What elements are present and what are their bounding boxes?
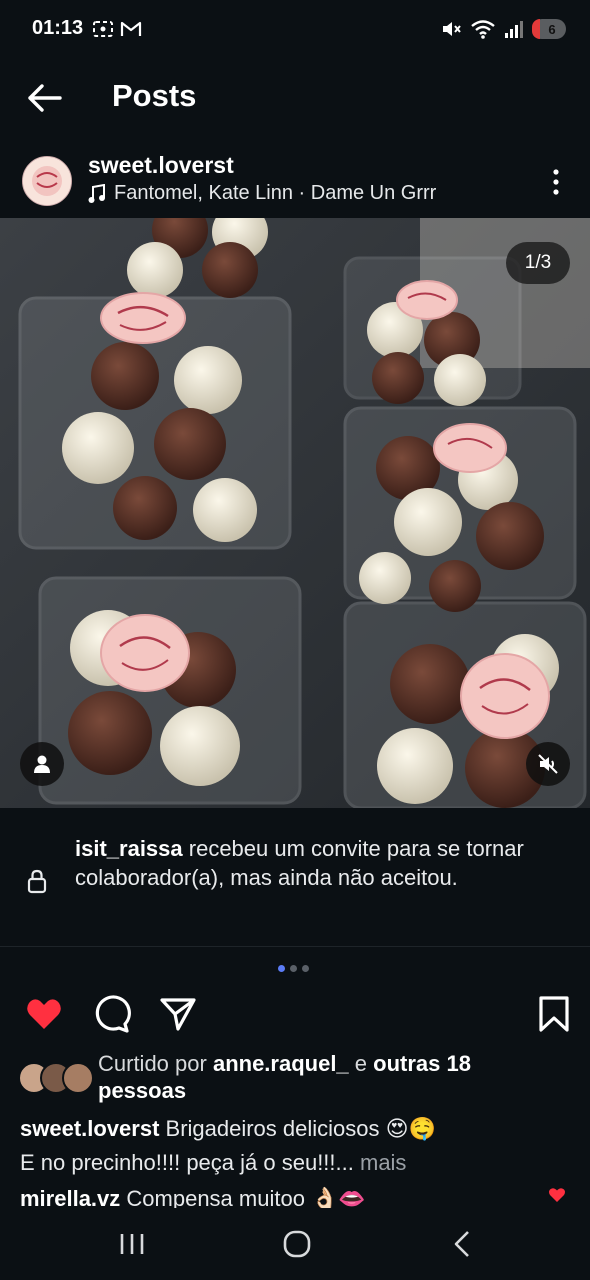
comment-preview[interactable]: mirella.vz Compensa muitoo 👌🏻👄 bbox=[20, 1186, 540, 1208]
likes-text: Curtido por anne.raquel_ e outras 18 pes… bbox=[98, 1051, 471, 1103]
comment-text: Compensa muitoo 👌🏻👄 bbox=[120, 1186, 366, 1208]
post-username[interactable]: sweet.loverst bbox=[88, 152, 234, 179]
post-header: sweet.loverst Fantomel, Kate Linn · Dame… bbox=[0, 146, 590, 218]
home-icon[interactable] bbox=[277, 1228, 317, 1260]
carousel-dot-active bbox=[278, 965, 285, 972]
post-caption: sweet.loverst Brigadeiros deliciosos 😍🤤 … bbox=[20, 1112, 570, 1180]
liker-avatar bbox=[62, 1062, 94, 1094]
screenshot-icon bbox=[93, 21, 113, 37]
status-bar: 01:13 6 bbox=[0, 0, 590, 60]
status-time: 01:13 bbox=[32, 17, 84, 39]
profile-avatar[interactable] bbox=[22, 156, 72, 206]
heart-icon[interactable] bbox=[24, 994, 64, 1034]
gmail-icon bbox=[120, 21, 142, 36]
comment-username[interactable]: mirella.vz bbox=[20, 1186, 120, 1208]
lock-icon bbox=[27, 869, 47, 894]
tagged-people-button[interactable] bbox=[20, 742, 64, 786]
carousel-dot bbox=[302, 965, 309, 972]
page-title: Posts bbox=[112, 78, 197, 113]
comment-icon[interactable] bbox=[92, 994, 132, 1034]
mute-toggle-button[interactable] bbox=[526, 742, 570, 786]
brigadeiros-photo bbox=[0, 218, 590, 808]
nav-back-icon[interactable] bbox=[442, 1228, 482, 1260]
system-icons: 6 bbox=[440, 18, 566, 40]
collaborator-username[interactable]: isit_raissa bbox=[75, 836, 183, 861]
audio-label: Fantomel, Kate Linn · Dame Un Grrr bbox=[114, 182, 437, 204]
back-arrow-icon[interactable] bbox=[24, 78, 64, 118]
signal-icon bbox=[505, 21, 523, 38]
send-icon[interactable] bbox=[158, 994, 198, 1034]
top-bar: Posts bbox=[0, 60, 590, 134]
comment-like-icon[interactable] bbox=[548, 1186, 566, 1204]
bookmark-icon[interactable] bbox=[534, 994, 574, 1034]
system-navigation-bar bbox=[0, 1208, 590, 1280]
collaborator-notice: isit_raissa recebeu um convite para se t… bbox=[0, 830, 590, 946]
divider bbox=[0, 946, 590, 947]
collaborator-notice-text: isit_raissa recebeu um convite para se t… bbox=[75, 836, 524, 890]
speaker-muted-icon bbox=[538, 754, 558, 774]
post-image[interactable]: 1/3 bbox=[0, 218, 590, 808]
carousel-indicator bbox=[278, 965, 309, 972]
caption-line-2: E no precinho!!!! peça já o seu!!!... bbox=[20, 1150, 354, 1175]
audio-link[interactable]: Fantomel, Kate Linn · Dame Un Grrr bbox=[88, 182, 436, 205]
battery-indicator: 6 bbox=[532, 19, 566, 39]
post-actions bbox=[0, 990, 590, 1040]
music-note-icon bbox=[88, 183, 105, 203]
mute-status-icon bbox=[443, 22, 461, 36]
liker-username[interactable]: anne.raquel_ bbox=[213, 1051, 349, 1076]
carousel-dot bbox=[290, 965, 297, 972]
caption-username[interactable]: sweet.loverst bbox=[20, 1116, 159, 1141]
caption-line-1: Brigadeiros deliciosos 😍🤤 bbox=[159, 1116, 436, 1141]
notification-icons bbox=[92, 18, 142, 40]
more-options-icon[interactable] bbox=[544, 164, 568, 200]
person-icon bbox=[34, 755, 50, 773]
brand-logo-icon bbox=[23, 157, 71, 205]
wifi-icon bbox=[471, 20, 495, 39]
caption-more-link[interactable]: mais bbox=[354, 1150, 406, 1175]
media-counter: 1/3 bbox=[506, 242, 570, 284]
liker-avatars bbox=[18, 1062, 94, 1094]
recent-apps-icon[interactable] bbox=[112, 1228, 152, 1260]
